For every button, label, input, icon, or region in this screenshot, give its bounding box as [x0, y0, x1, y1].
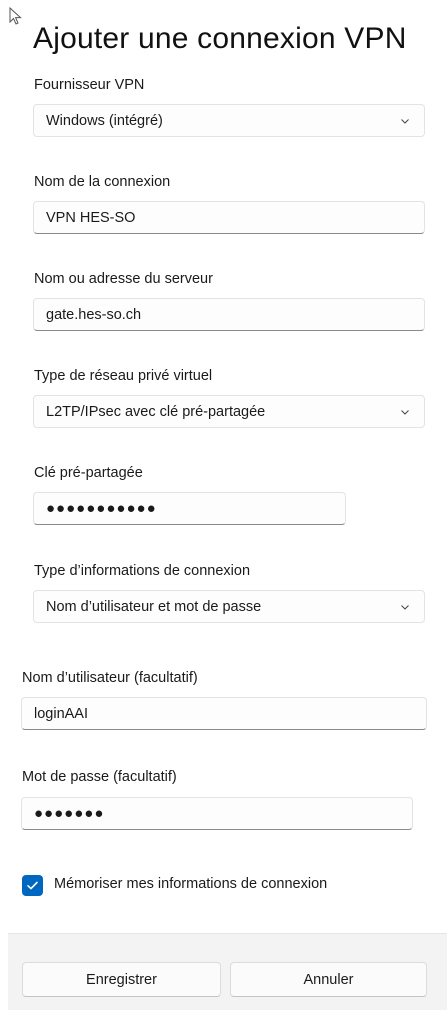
cancel-button[interactable]: Annuler: [230, 962, 427, 997]
save-button[interactable]: Enregistrer: [22, 962, 221, 997]
psk-value: ●●●●●●●●●●●: [46, 500, 157, 517]
vpn-type-value: L2TP/IPsec avec clé pré-partagée: [46, 403, 266, 420]
provider-select[interactable]: Windows (intégré): [33, 104, 425, 137]
signin-type-select[interactable]: Nom d’utilisateur et mot de passe: [33, 590, 425, 623]
provider-value: Windows (intégré): [46, 112, 163, 129]
server-input[interactable]: gate.hes-so.ch: [33, 298, 425, 331]
dialog-title: Ajouter une connexion VPN: [33, 22, 407, 55]
signin-type-label: Type d’informations de connexion: [34, 563, 251, 579]
chevron-down-icon: [401, 119, 409, 124]
username-value: loginAAI: [34, 705, 89, 722]
username-label: Nom d’utilisateur (facultatif): [22, 670, 198, 686]
password-value: ●●●●●●●: [34, 805, 105, 822]
provider-label: Fournisseur VPN: [34, 77, 145, 93]
checkmark-icon: [27, 881, 38, 890]
signin-type-value: Nom d’utilisateur et mot de passe: [46, 598, 262, 615]
vpn-type-label: Type de réseau privé virtuel: [34, 368, 213, 384]
mouse-pointer-icon: [9, 7, 22, 25]
remember-checkbox[interactable]: [22, 875, 43, 896]
server-label: Nom ou adresse du serveur: [34, 271, 213, 287]
username-input[interactable]: loginAAI: [21, 697, 427, 730]
connection-name-input[interactable]: VPN HES-SO: [33, 201, 425, 234]
password-input[interactable]: ●●●●●●●: [21, 797, 413, 830]
psk-label: Clé pré-partagée: [34, 465, 143, 481]
chevron-down-icon: [401, 605, 409, 610]
chevron-down-icon: [401, 410, 409, 415]
vpn-type-select[interactable]: L2TP/IPsec avec clé pré-partagée: [33, 395, 425, 428]
psk-input[interactable]: ●●●●●●●●●●●: [33, 492, 346, 525]
password-label: Mot de passe (facultatif): [22, 769, 177, 785]
connection-name-value: VPN HES-SO: [46, 209, 136, 226]
server-value: gate.hes-so.ch: [46, 306, 142, 323]
connection-name-label: Nom de la connexion: [34, 174, 171, 190]
remember-label: Mémoriser mes informations de connexion: [54, 876, 328, 892]
